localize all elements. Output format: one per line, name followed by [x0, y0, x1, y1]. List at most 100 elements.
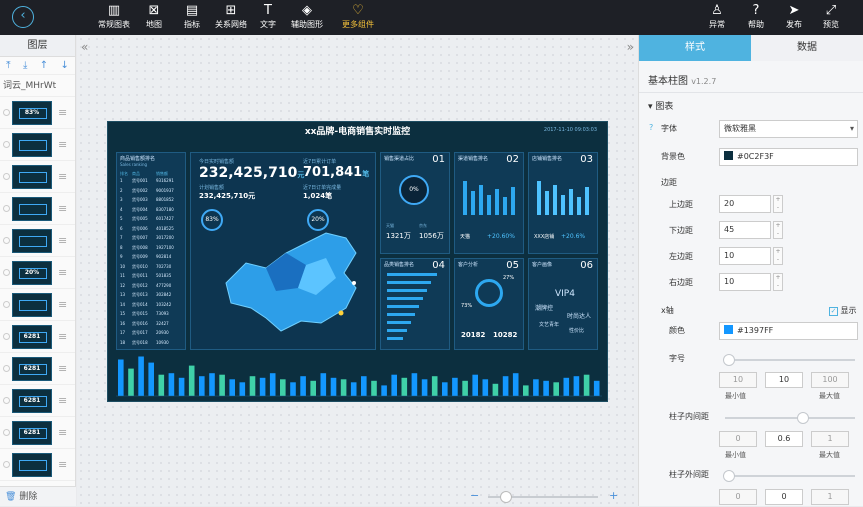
- move-top-icon[interactable]: ⤒: [6, 60, 10, 71]
- layer-item[interactable]: ≡: [0, 129, 75, 161]
- tool-network[interactable]: ⊞ 关系网络: [215, 3, 247, 30]
- tool-text[interactable]: T 文字: [260, 3, 276, 30]
- visibility-dot-icon[interactable]: [3, 109, 10, 116]
- layer-item[interactable]: 20% ≡: [0, 257, 75, 289]
- tab-data[interactable]: 数据: [751, 35, 863, 61]
- layer-item-word-cloud[interactable]: 词云_MHrWt: [0, 75, 75, 97]
- tool-map[interactable]: ⊠ 地图: [146, 3, 162, 30]
- checkbox-icon[interactable]: ✓: [829, 307, 838, 316]
- layer-item[interactable]: 6281 ≡: [0, 353, 75, 385]
- increment-icon[interactable]: +: [775, 274, 780, 281]
- layer-item[interactable]: ≡: [0, 225, 75, 257]
- drag-handle-icon[interactable]: ≡: [58, 298, 67, 311]
- tool-preview[interactable]: ⤢ 预览: [823, 3, 839, 30]
- outer-gap-value[interactable]: 0: [765, 489, 803, 505]
- drag-handle-icon[interactable]: ≡: [58, 458, 67, 471]
- drag-handle-icon[interactable]: ≡: [58, 266, 67, 279]
- layer-item[interactable]: 83% ≡: [0, 97, 75, 129]
- tool-alert[interactable]: ♙ 异常: [709, 3, 725, 30]
- dashboard-screen[interactable]: xx品牌-电商销售实时监控 2017-11-10 09:03:03 商品销售额排…: [107, 121, 608, 402]
- drag-handle-icon[interactable]: ≡: [58, 138, 67, 151]
- margin-0-input[interactable]: 20: [719, 195, 771, 213]
- margin-1-input[interactable]: 45: [719, 221, 771, 239]
- bg-color-input[interactable]: #0C2F3F: [719, 148, 858, 166]
- zoom-knob[interactable]: [500, 491, 512, 503]
- increment-icon[interactable]: +: [775, 248, 780, 255]
- tool-publish[interactable]: ➤ 发布: [786, 3, 802, 30]
- layer-item[interactable]: ≡: [0, 161, 75, 193]
- rank-cell: 货号016: [132, 320, 148, 326]
- visibility-dot-icon[interactable]: [3, 301, 10, 308]
- inner-gap-min-caption: 最小值: [725, 451, 746, 459]
- font-row: ? 字体 微软雅黑 ▾: [639, 119, 863, 139]
- fontsize-value[interactable]: 10: [765, 372, 803, 388]
- decrement-icon[interactable]: -: [777, 230, 779, 237]
- drag-handle-icon[interactable]: ≡: [58, 330, 67, 343]
- rank-cell: 10930: [156, 339, 169, 345]
- tool-indicator[interactable]: ▤ 指标: [184, 3, 200, 30]
- visibility-dot-icon[interactable]: [3, 461, 10, 468]
- margin-3-input[interactable]: 10: [719, 273, 771, 291]
- increment-icon[interactable]: +: [775, 196, 780, 203]
- drag-handle-icon[interactable]: ≡: [58, 234, 67, 247]
- layer-item[interactable]: ≡: [0, 193, 75, 225]
- visibility-dot-icon[interactable]: [3, 173, 10, 180]
- move-bottom-icon[interactable]: ⤓: [23, 60, 27, 71]
- margin-3-stepper[interactable]: + -: [773, 273, 783, 291]
- zoom-in-icon[interactable]: +: [609, 490, 618, 502]
- bg-swatch[interactable]: [724, 151, 733, 160]
- section-chart[interactable]: ▾ 图表: [648, 99, 673, 112]
- margin-2-input[interactable]: 10: [719, 247, 771, 265]
- delete-layer-button[interactable]: 🗑 删除: [0, 486, 76, 506]
- visibility-dot-icon[interactable]: [3, 141, 10, 148]
- tool-chart[interactable]: ▥ 常规图表: [98, 3, 130, 30]
- back-arrow-icon[interactable]: ‹: [12, 6, 34, 28]
- xcolor-input[interactable]: #1397FF: [719, 322, 858, 340]
- increment-icon[interactable]: +: [775, 222, 780, 229]
- visibility-dot-icon[interactable]: [3, 397, 10, 404]
- visibility-dot-icon[interactable]: [3, 429, 10, 436]
- drag-handle-icon[interactable]: ≡: [58, 426, 67, 439]
- layer-item[interactable]: ≡: [0, 289, 75, 321]
- outer-gap-slider[interactable]: [723, 470, 855, 482]
- move-up-icon[interactable]: ↑: [40, 60, 48, 71]
- outer-gap-knob[interactable]: [723, 470, 735, 482]
- decrement-icon[interactable]: -: [777, 282, 779, 289]
- visibility-dot-icon[interactable]: [3, 333, 10, 340]
- visibility-dot-icon[interactable]: [3, 237, 10, 244]
- xaxis-show-toggle[interactable]: ✓ 显示: [829, 305, 857, 316]
- tool-shape[interactable]: ◈ 辅助图形: [291, 3, 323, 30]
- zoom-out-icon[interactable]: −: [470, 490, 479, 502]
- tool-help[interactable]: ? 帮助: [748, 3, 764, 30]
- rank-cell: 14: [120, 301, 126, 307]
- fontsize-slider[interactable]: [723, 354, 855, 366]
- inner-gap-value[interactable]: 0.6: [765, 431, 803, 447]
- inner-gap-slider[interactable]: [725, 412, 855, 424]
- margin-2-stepper[interactable]: + -: [773, 247, 783, 265]
- layer-item[interactable]: 6281 ≡: [0, 385, 75, 417]
- collapse-left-icon[interactable]: «: [81, 40, 88, 54]
- drag-handle-icon[interactable]: ≡: [58, 170, 67, 183]
- drag-handle-icon[interactable]: ≡: [58, 362, 67, 375]
- decrement-icon[interactable]: -: [777, 256, 779, 263]
- font-select[interactable]: 微软雅黑 ▾: [719, 120, 858, 138]
- layer-item[interactable]: 6281 ≡: [0, 321, 75, 353]
- margin-1-stepper[interactable]: + -: [773, 221, 783, 239]
- drag-handle-icon[interactable]: ≡: [58, 394, 67, 407]
- tool-more[interactable]: ♡ 更多组件: [342, 3, 374, 30]
- inner-gap-knob[interactable]: [797, 412, 809, 424]
- drag-handle-icon[interactable]: ≡: [58, 202, 67, 215]
- drag-handle-icon[interactable]: ≡: [58, 106, 67, 119]
- visibility-dot-icon[interactable]: [3, 365, 10, 372]
- margin-0-stepper[interactable]: + -: [773, 195, 783, 213]
- visibility-dot-icon[interactable]: [3, 269, 10, 276]
- visibility-dot-icon[interactable]: [3, 205, 10, 212]
- tab-style[interactable]: 样式: [639, 35, 751, 61]
- layer-item[interactable]: 6281 ≡: [0, 417, 75, 449]
- decrement-icon[interactable]: -: [777, 204, 779, 211]
- collapse-right-icon[interactable]: »: [627, 40, 634, 54]
- layer-item[interactable]: ≡: [0, 449, 75, 481]
- move-down-icon[interactable]: ↓: [60, 60, 68, 71]
- fontsize-knob[interactable]: [723, 354, 735, 366]
- xcolor-swatch[interactable]: [724, 325, 733, 334]
